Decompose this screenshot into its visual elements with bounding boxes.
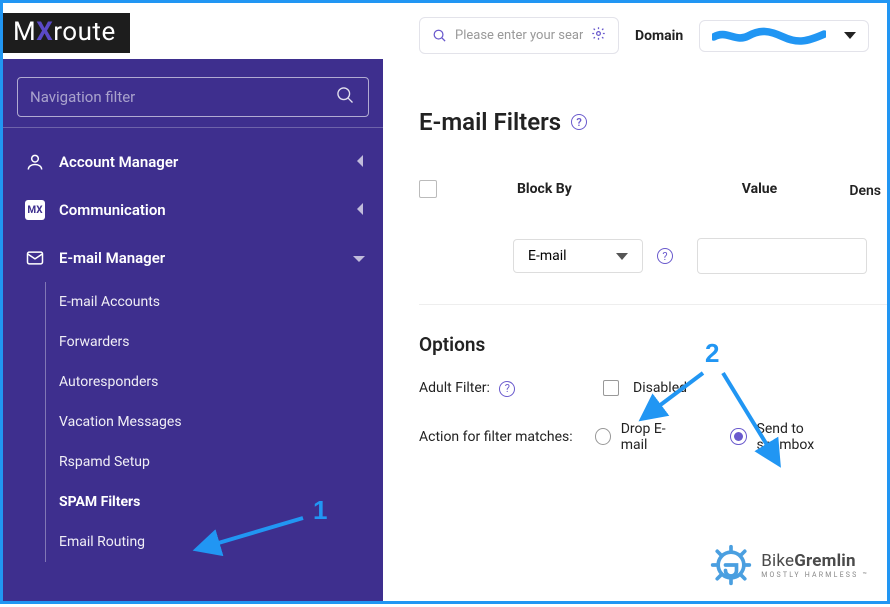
badge-icon: MX xyxy=(21,200,49,220)
logo-text-route: route xyxy=(53,17,116,47)
density-label: Dens xyxy=(849,183,881,199)
sub-item-label: Autoresponders xyxy=(59,374,158,390)
search-icon xyxy=(432,28,447,43)
sub-item-label: Vacation Messages xyxy=(59,414,182,430)
sub-item-autoresponders[interactable]: Autoresponders xyxy=(59,362,383,402)
sub-item-spam-filters[interactable]: SPAM Filters xyxy=(59,482,383,522)
filters-table-header: Block By Value xyxy=(419,170,887,208)
sidebar: MXroute Account Manager xyxy=(3,3,383,601)
logo-text-x: X xyxy=(36,17,53,47)
radio-send-to-spambox[interactable]: Send to spambox xyxy=(730,421,859,453)
adult-filter-row: Adult Filter: ? Disabled xyxy=(419,380,887,397)
column-value: Value xyxy=(742,181,777,197)
sidebar-item-email-manager[interactable]: E-mail Manager xyxy=(3,234,383,282)
action-label: Action for filter matches: xyxy=(419,429,581,445)
search-placeholder: Please enter your search q xyxy=(455,28,583,43)
column-block-by: Block By xyxy=(517,181,572,197)
logo-text-m: M xyxy=(13,17,36,47)
radio-label: Drop E-mail xyxy=(621,421,689,453)
global-search[interactable]: Please enter your search q xyxy=(419,17,619,54)
radio-drop-email[interactable]: Drop E-mail xyxy=(595,421,689,453)
submenu-email-manager: E-mail Accounts Forwarders Autoresponder… xyxy=(3,282,383,562)
filter-row: E-mail ? xyxy=(419,208,887,305)
logo-area: MXroute xyxy=(3,3,383,59)
main-content: Please enter your search q Domain E-mail… xyxy=(383,3,887,601)
sub-item-forwarders[interactable]: Forwarders xyxy=(59,322,383,362)
mail-icon xyxy=(21,248,49,268)
gear-icon[interactable] xyxy=(591,26,606,45)
page-title: E-mail Filters ? xyxy=(419,108,887,136)
domain-label: Domain xyxy=(635,28,683,44)
help-icon[interactable]: ? xyxy=(657,248,673,264)
chevron-down-icon xyxy=(353,249,365,267)
search-icon xyxy=(335,85,355,109)
sub-item-label: Email Routing xyxy=(59,534,145,550)
domain-redacted xyxy=(712,27,826,45)
sidebar-item-label: E-mail Manager xyxy=(59,249,165,267)
action-row: Action for filter matches: Drop E-mail S… xyxy=(419,421,887,453)
sidebar-item-label: Account Manager xyxy=(59,153,178,171)
radio-icon xyxy=(595,428,611,445)
radio-icon xyxy=(730,428,746,445)
gear-logo-icon xyxy=(709,543,753,587)
page-title-text: E-mail Filters xyxy=(419,108,561,136)
sub-item-vacation-messages[interactable]: Vacation Messages xyxy=(59,402,383,442)
sub-item-label: SPAM Filters xyxy=(59,494,140,510)
chevron-down-icon xyxy=(616,253,628,260)
sub-item-rspamd-setup[interactable]: Rspamd Setup xyxy=(59,442,383,482)
radio-label: Send to spambox xyxy=(757,421,859,453)
sidebar-item-label: Communication xyxy=(59,201,166,219)
domain-dropdown[interactable] xyxy=(699,20,869,52)
brand-logo: MXroute xyxy=(3,13,130,53)
watermark-line1b: Gremlin xyxy=(794,551,856,571)
block-by-select[interactable]: E-mail xyxy=(513,239,643,273)
navigation-filter-input[interactable] xyxy=(17,77,369,117)
watermark: BikeGremlin MOSTLY HARMLESS ™ xyxy=(709,543,869,587)
sub-item-email-routing[interactable]: Email Routing xyxy=(59,522,383,562)
chevron-left-icon xyxy=(357,153,365,171)
adult-filter-label: Adult Filter: ? xyxy=(419,380,589,397)
sub-item-label: E-mail Accounts xyxy=(59,294,160,310)
chevron-down-icon xyxy=(844,32,856,39)
options-heading: Options xyxy=(419,333,887,356)
adult-filter-label-text: Adult Filter: xyxy=(419,380,490,396)
user-icon xyxy=(21,152,49,172)
chevron-left-icon xyxy=(357,201,365,219)
select-all-checkbox[interactable] xyxy=(419,180,437,198)
watermark-line1a: Bike xyxy=(761,551,794,571)
sub-item-label: Rspamd Setup xyxy=(59,454,150,470)
watermark-line2: MOSTLY HARMLESS ™ xyxy=(761,571,869,579)
sub-item-label: Forwarders xyxy=(59,334,129,350)
sidebar-item-communication[interactable]: MX Communication xyxy=(3,186,383,234)
help-icon[interactable]: ? xyxy=(499,381,515,397)
watermark-text: BikeGremlin MOSTLY HARMLESS ™ xyxy=(761,551,869,579)
nav-list: Account Manager MX Communication E-mail … xyxy=(3,128,383,572)
sub-item-email-accounts[interactable]: E-mail Accounts xyxy=(59,282,383,322)
help-icon[interactable]: ? xyxy=(571,114,587,130)
sidebar-item-account-manager[interactable]: Account Manager xyxy=(3,138,383,186)
nav-filter-container xyxy=(3,59,383,128)
topbar: Please enter your search q Domain xyxy=(419,17,887,54)
block-by-selected: E-mail xyxy=(528,248,567,264)
adult-filter-status: Disabled xyxy=(633,380,687,396)
filter-value-input[interactable] xyxy=(697,238,867,274)
adult-filter-checkbox[interactable] xyxy=(603,380,619,396)
